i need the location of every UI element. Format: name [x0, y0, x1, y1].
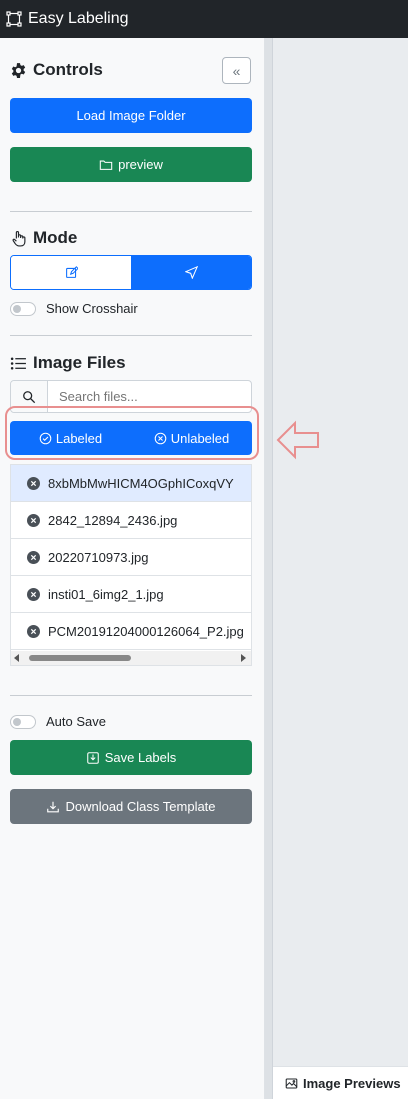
show-crosshair-switch[interactable] [10, 301, 36, 316]
app-brand[interactable]: Easy Labeling [6, 10, 129, 28]
top-navbar: Easy Labeling [0, 0, 408, 38]
file-name: 20220710973.jpg [48, 549, 149, 565]
double-chevron-left-icon: « [232, 62, 241, 79]
mode-title: Mode [33, 228, 78, 247]
unlabeled-status-icon [27, 587, 40, 601]
folder-icon [99, 160, 113, 170]
horizontal-scrollbar[interactable] [11, 651, 251, 665]
sidebar-resize-handle[interactable] [265, 38, 273, 1099]
app-title: Easy Labeling [28, 10, 129, 27]
crosshair-toggle-row: Show Crosshair [10, 301, 138, 316]
download-template-button[interactable]: Download Class Template [10, 789, 252, 824]
unlabeled-status-icon [27, 624, 40, 638]
bounding-box-icon [6, 11, 22, 27]
divider [10, 695, 252, 696]
file-list-item[interactable]: 2842_12894_2436.jpg [11, 502, 251, 539]
image-files-title: Image Files [33, 353, 126, 372]
image-previews-tab[interactable]: Image Previews [273, 1066, 408, 1099]
controls-header: Controls [10, 60, 103, 80]
file-name: PCM20191204000126064_P2.jpg [48, 623, 244, 639]
file-list-item[interactable]: PCM20191204000126064_P2.jpg [11, 613, 251, 650]
search-icon [23, 390, 36, 403]
annotation-highlight [5, 406, 259, 460]
file-list-item[interactable]: insti01_6img2_1.jpg [11, 576, 251, 613]
pencil-square-icon [65, 266, 78, 278]
image-previews-label: Image Previews [303, 1075, 401, 1091]
auto-save-label: Auto Save [46, 714, 106, 729]
gear-icon [11, 62, 26, 78]
list-icon [10, 356, 26, 370]
divider [10, 335, 252, 336]
file-name: 2842_12894_2436.jpg [48, 512, 178, 528]
controls-title: Controls [33, 60, 103, 79]
unlabeled-status-icon [27, 513, 40, 527]
save-icon [86, 751, 99, 764]
show-crosshair-label: Show Crosshair [46, 301, 138, 316]
annotation-arrow-icon [276, 420, 319, 460]
image-icon [285, 1078, 298, 1088]
auto-save-switch[interactable] [10, 714, 36, 729]
save-labels-button[interactable]: Save Labels [10, 740, 252, 775]
scrollbar-thumb[interactable] [29, 655, 131, 661]
unlabeled-status-icon [27, 476, 40, 490]
navigate-mode-button[interactable] [131, 256, 251, 289]
file-list-item[interactable]: 20220710973.jpg [11, 539, 251, 576]
file-name: 8xbMbMwHICM4OGphICoxqVY [48, 475, 234, 491]
navigation-arrow-icon [184, 266, 198, 279]
load-image-folder-button[interactable]: Load Image Folder [10, 98, 252, 133]
file-name: insti01_6img2_1.jpg [48, 586, 164, 602]
mode-header: Mode [10, 228, 77, 248]
image-files-header: Image Files [10, 353, 126, 373]
edit-mode-button[interactable] [11, 256, 131, 289]
load-image-folder-label: Load Image Folder [76, 108, 186, 123]
preview-button[interactable]: preview [10, 147, 252, 182]
download-template-label: Download Class Template [65, 799, 216, 814]
save-labels-label: Save Labels [104, 750, 177, 765]
collapse-sidebar-button[interactable]: « [222, 57, 251, 84]
hand-pointer-icon [12, 230, 26, 247]
file-list[interactable]: 8xbMbMwHICM4OGphICoxqVY 2842_12894_2436.j… [10, 464, 252, 666]
mode-toggle-group [10, 255, 252, 290]
scroll-left-icon[interactable] [14, 654, 19, 662]
preview-label: preview [118, 157, 163, 172]
unlabeled-status-icon [27, 550, 40, 564]
download-icon [47, 801, 60, 812]
canvas-area[interactable] [273, 38, 408, 1099]
auto-save-toggle-row: Auto Save [10, 714, 106, 729]
scroll-right-icon[interactable] [241, 654, 246, 662]
divider [10, 211, 252, 212]
file-list-item[interactable]: 8xbMbMwHICM4OGphICoxqVY [11, 465, 251, 502]
